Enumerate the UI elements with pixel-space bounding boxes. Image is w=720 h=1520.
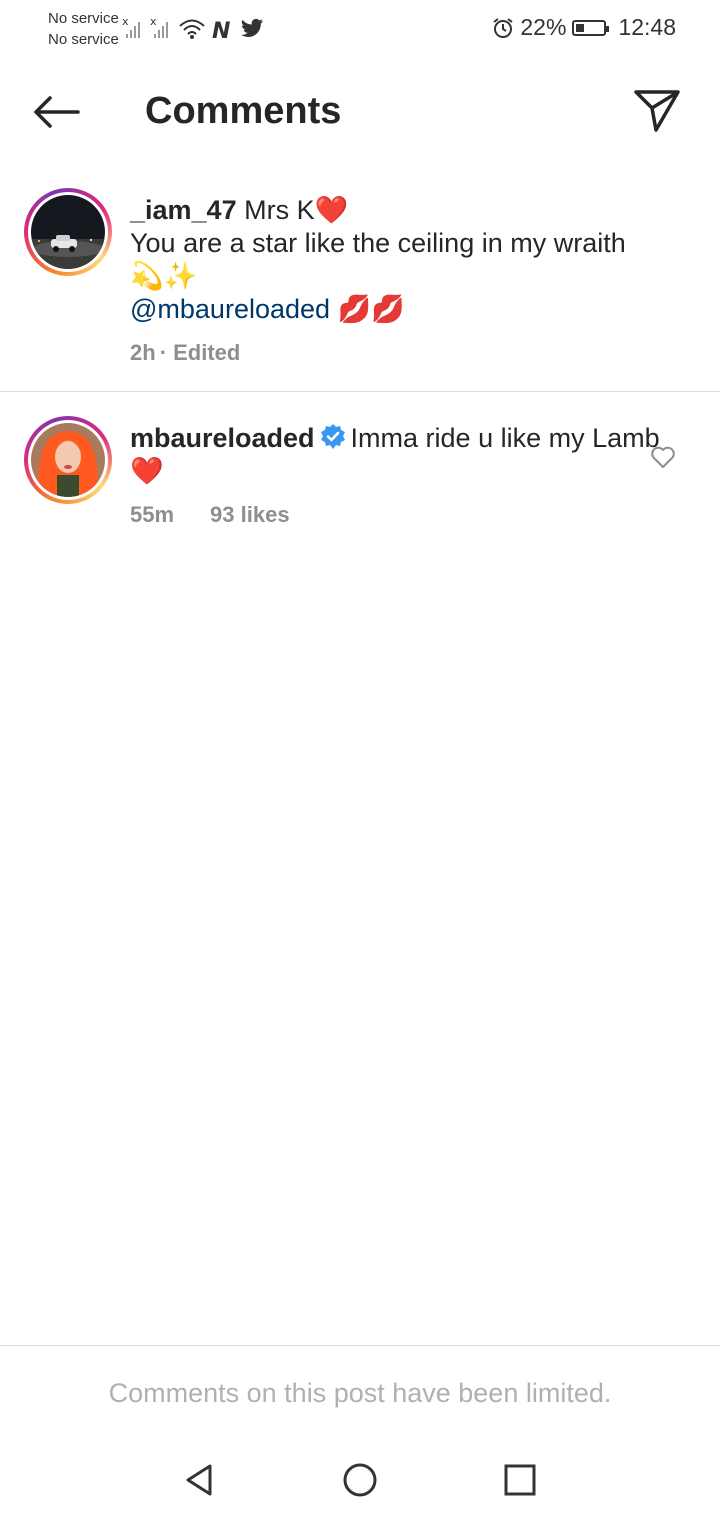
- divider: [0, 391, 720, 392]
- share-button[interactable]: [632, 86, 682, 136]
- back-arrow-icon: [34, 96, 80, 128]
- footer-divider: [0, 1345, 720, 1346]
- edited-label: · Edited: [159, 340, 241, 365]
- comment-time: 2h: [130, 340, 156, 365]
- comment-line-3: 💫✨: [130, 261, 198, 291]
- verified-badge-icon: [320, 424, 345, 449]
- carrier-info: No service No service: [48, 8, 119, 50]
- like-button[interactable]: [650, 444, 676, 470]
- avatar[interactable]: [24, 416, 112, 504]
- wifi-icon: [179, 19, 205, 39]
- comments-limited-notice: Comments on this post have been limited.: [108, 1378, 612, 1408]
- back-button[interactable]: [28, 90, 84, 134]
- avatar[interactable]: [24, 188, 112, 276]
- battery-icon: [572, 19, 610, 36]
- signal-icon: x: [122, 16, 140, 38]
- svg-text:x: x: [150, 16, 157, 28]
- alarm-icon: [493, 17, 513, 38]
- carrier-1: No service: [48, 10, 119, 27]
- heart-icon: [651, 446, 675, 468]
- comment-line-1: _iam_47 Mrs K❤️: [130, 194, 660, 227]
- profile-photo: [31, 423, 105, 497]
- comment-line-1: mbaureloaded Imma ride u like my Lamb ❤️: [130, 422, 660, 488]
- square-recents-icon: [504, 1464, 536, 1496]
- signal-icon: x: [150, 16, 168, 38]
- status-right: 22% 12:48: [492, 14, 676, 41]
- circle-home-icon: [343, 1463, 377, 1497]
- triangle-back-icon: [186, 1464, 212, 1496]
- comment-line-2: You are a star like the ceiling in my wr…: [130, 228, 626, 258]
- comment-username[interactable]: mbaureloaded: [130, 423, 315, 453]
- nav-back-button[interactable]: [180, 1460, 220, 1500]
- comment-meta: 55m 93 likes: [130, 498, 660, 531]
- status-bar: No service No service x x N 22% 12:48: [0, 0, 720, 56]
- car-photo: [31, 195, 105, 269]
- send-icon: [634, 90, 680, 132]
- page-title: Comments: [145, 90, 342, 132]
- twitter-icon: [241, 18, 263, 37]
- comment-time: 55m: [130, 502, 175, 527]
- status-icons: x x N: [122, 10, 264, 40]
- mention-suffix: 💋💋: [330, 294, 405, 324]
- likes-count[interactable]: 93 likes: [210, 502, 290, 527]
- header: Comments: [0, 70, 720, 154]
- comment-meta: 2h · Edited: [130, 336, 660, 369]
- svg-text:N: N: [212, 19, 230, 40]
- comment-text: Mrs K❤️: [244, 195, 349, 225]
- svg-text:x: x: [122, 16, 129, 28]
- clock: 12:48: [618, 14, 676, 40]
- comment-body: mbaureloaded Imma ride u like my Lamb ❤️…: [130, 422, 660, 531]
- carrier-2: No service: [48, 31, 119, 48]
- comment-line-4: @mbaureloaded 💋💋: [130, 293, 660, 326]
- mention-link[interactable]: @mbaureloaded: [130, 294, 330, 324]
- nav-recents-button[interactable]: [500, 1460, 540, 1500]
- system-nav-bar: [0, 1440, 720, 1520]
- nav-home-button[interactable]: [340, 1460, 380, 1500]
- nfc-icon: N: [212, 19, 230, 40]
- comment-body: _iam_47 Mrs K❤️ You are a star like the …: [130, 194, 660, 369]
- battery-percent: 22%: [520, 14, 567, 40]
- comment-username[interactable]: _iam_47: [130, 195, 237, 225]
